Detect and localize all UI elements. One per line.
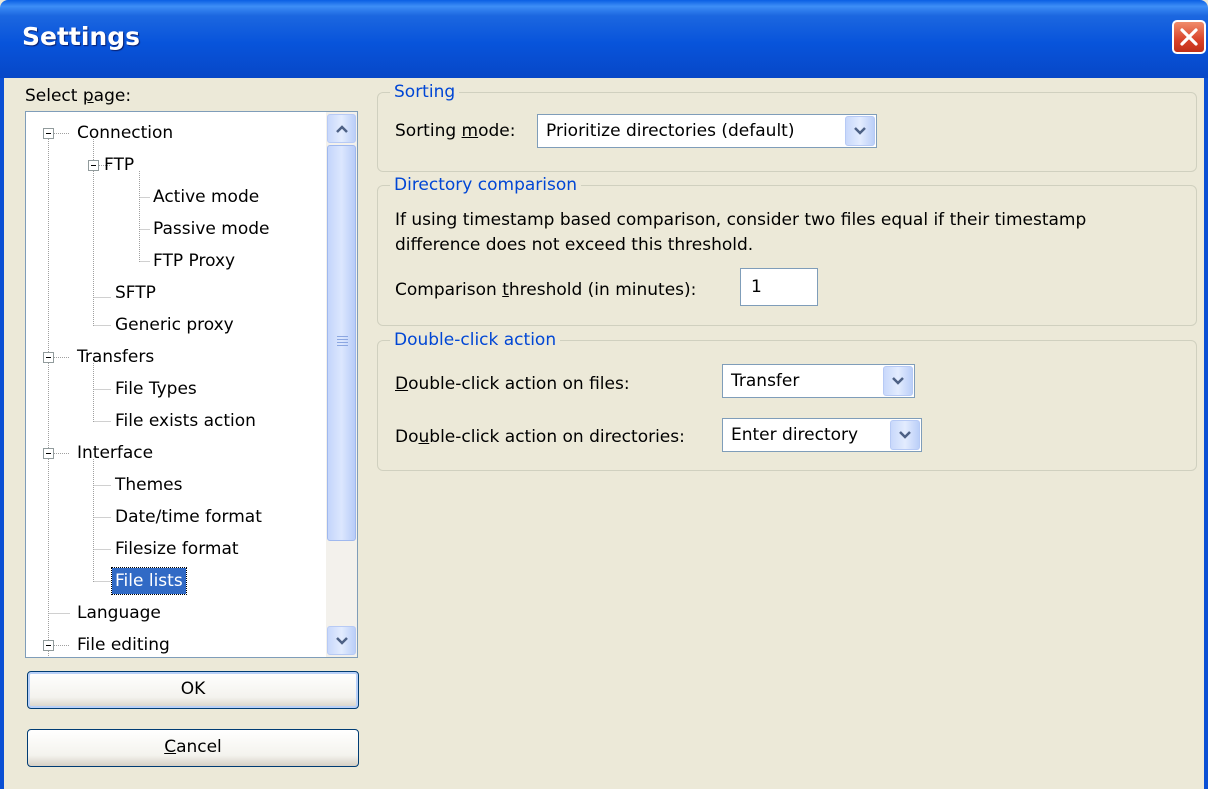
- tree-item-date-time-format[interactable]: Date/time format: [115, 503, 262, 531]
- tree-item-sftp[interactable]: SFTP: [115, 279, 156, 307]
- tree-item-file-editing[interactable]: File editing: [77, 631, 170, 657]
- sorting-legend: Sorting: [390, 81, 460, 103]
- double-click-directories-dropdown[interactable]: Enter directory: [722, 418, 922, 452]
- page-tree[interactable]: Connection FTP Active mode Passive mode …: [25, 111, 358, 658]
- scroll-thumb[interactable]: [327, 145, 356, 541]
- tree-item-ftp[interactable]: FTP: [104, 151, 134, 179]
- collapse-toggle-interface[interactable]: [43, 448, 54, 459]
- chevron-up-icon: [336, 125, 348, 133]
- close-icon: [1180, 28, 1198, 46]
- cancel-button[interactable]: Cancel: [27, 729, 359, 767]
- tree-item-themes[interactable]: Themes: [115, 471, 183, 499]
- comparison-threshold-input[interactable]: 1: [740, 268, 818, 306]
- collapse-toggle-ftp[interactable]: [88, 160, 99, 171]
- double-click-files-dropdown[interactable]: Transfer: [722, 364, 915, 398]
- double-click-directories-value: Enter directory: [731, 425, 859, 445]
- settings-dialog: Settings Select page: Connection FTP Act…: [0, 0, 1208, 789]
- chevron-down-icon: [899, 431, 911, 439]
- comparison-description-line-2: difference does not exceed this threshol…: [395, 235, 754, 255]
- double-click-files-dropdown-button[interactable]: [883, 366, 913, 396]
- tree-item-ftp-proxy[interactable]: FTP Proxy: [153, 247, 235, 275]
- title-bar[interactable]: Settings: [0, 0, 1208, 78]
- directory-comparison-legend: Directory comparison: [390, 174, 582, 196]
- double-click-files-value: Transfer: [731, 371, 800, 391]
- close-button[interactable]: [1172, 20, 1206, 54]
- tree-item-passive-mode[interactable]: Passive mode: [153, 215, 269, 243]
- double-click-action-legend: Double-click action: [390, 329, 561, 351]
- window-border-right: [1204, 78, 1208, 789]
- tree-item-transfers[interactable]: Transfers: [77, 343, 154, 371]
- scroll-up-button[interactable]: [327, 114, 356, 143]
- chevron-down-icon: [892, 377, 904, 385]
- collapse-toggle-file-editing[interactable]: [43, 640, 54, 651]
- sorting-mode-value: Prioritize directories (default): [546, 121, 795, 141]
- chevron-down-icon: [854, 127, 866, 135]
- tree-item-filesize-format[interactable]: Filesize format: [115, 535, 239, 563]
- sorting-mode-dropdown-button[interactable]: [845, 116, 875, 146]
- comparison-threshold-label: Comparison threshold (in minutes):: [395, 280, 697, 300]
- tree-item-file-types[interactable]: File Types: [115, 375, 197, 403]
- tree-item-connection[interactable]: Connection: [77, 119, 173, 147]
- tree-item-file-lists[interactable]: File lists: [111, 567, 187, 595]
- chevron-down-icon: [336, 637, 348, 645]
- select-page-label: Select page:: [25, 86, 132, 106]
- comparison-description-line-1: If using timestamp based comparison, con…: [395, 210, 1087, 230]
- tree-scrollbar[interactable]: [326, 112, 357, 657]
- scroll-down-button[interactable]: [327, 626, 356, 655]
- thumb-grip-line: [337, 342, 348, 343]
- thumb-grip-line: [337, 339, 348, 340]
- tree-item-language[interactable]: Language: [77, 599, 161, 627]
- thumb-grip-line: [337, 345, 348, 346]
- tree-item-active-mode[interactable]: Active mode: [153, 183, 259, 211]
- ok-button[interactable]: OK: [27, 671, 359, 709]
- double-click-directories-dropdown-button[interactable]: [890, 420, 920, 450]
- double-click-files-label: Double-click action on files:: [395, 374, 630, 394]
- double-click-directories-label: Double-click action on directories:: [395, 427, 685, 447]
- tree-item-generic-proxy[interactable]: Generic proxy: [115, 311, 234, 339]
- window-title: Settings: [22, 22, 141, 51]
- window-border-left: [0, 78, 4, 789]
- tree-item-interface[interactable]: Interface: [77, 439, 153, 467]
- collapse-toggle-transfers[interactable]: [43, 352, 54, 363]
- thumb-grip-line: [337, 336, 348, 337]
- sorting-mode-dropdown[interactable]: Prioritize directories (default): [537, 114, 877, 148]
- collapse-toggle-connection[interactable]: [43, 128, 54, 139]
- sorting-mode-label: Sorting mode:: [395, 121, 516, 141]
- tree-item-file-exists-action[interactable]: File exists action: [115, 407, 256, 435]
